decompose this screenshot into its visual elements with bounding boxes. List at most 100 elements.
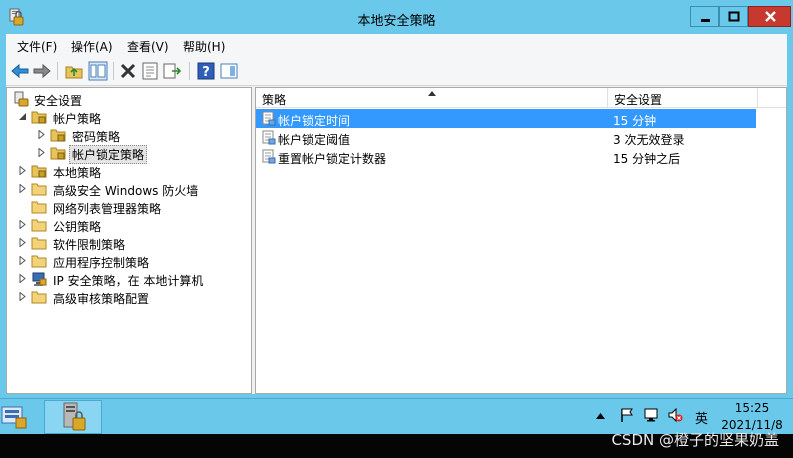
folder-icon (31, 219, 47, 232)
collapsed-arrow-icon[interactable] (37, 130, 46, 139)
tree-label: 应用程序控制策略 (53, 256, 150, 270)
policy-row[interactable]: 重置帐户锁定计数器 15 分钟之后 (256, 147, 756, 166)
policy-folder-lock-icon (31, 165, 47, 178)
collapsed-arrow-icon[interactable] (18, 292, 27, 301)
collapsed-arrow-icon[interactable] (18, 274, 27, 283)
collapsed-arrow-icon[interactable] (18, 256, 27, 265)
column-header-policy[interactable]: 策略 (256, 88, 608, 108)
policy-folder-lock-icon (50, 129, 66, 142)
folder-icon (31, 183, 47, 196)
tree-item-application-control[interactable]: 应用程序控制策略 (7, 252, 251, 270)
tree-label: 网络列表管理器策略 (53, 202, 162, 216)
policy-item-icon (262, 130, 276, 145)
up-folder-icon[interactable] (64, 61, 84, 81)
tree-item-network-list-manager[interactable]: 网络列表管理器策略 (7, 198, 251, 216)
close-icon (765, 11, 776, 22)
tree-label: 安全设置 (34, 94, 83, 108)
tree-label: 高级审核策略配置 (53, 292, 150, 306)
window-title: 本地安全策略 (357, 14, 436, 29)
console-tree[interactable]: 安全设置 帐户策略 密码策略 帐户锁定策略 本地策略 高级安全 Windows … (6, 87, 252, 394)
policy-list[interactable]: 策略 安全设置 帐户锁定时间 15 分钟 帐户锁定阈值 3 次无效登录 重置帐户… (255, 87, 787, 394)
toolbar-separator (189, 62, 190, 80)
tree-label: 帐户策略 (53, 112, 102, 126)
collapsed-arrow-icon[interactable] (18, 166, 27, 175)
policy-name: 重置帐户锁定计数器 (278, 152, 387, 166)
network-icon[interactable] (643, 407, 659, 423)
close-button[interactable] (748, 6, 791, 27)
folder-icon (31, 201, 47, 214)
tree-label: IP 安全策略，在 本地计算机 (53, 274, 204, 288)
collapsed-arrow-icon[interactable] (18, 184, 27, 193)
policy-name: 帐户锁定阈值 (278, 133, 351, 147)
properties-icon[interactable] (140, 61, 160, 81)
title-bar[interactable]: 本地安全策略 (0, 0, 793, 34)
menu-help[interactable]: 帮助(H) (183, 38, 225, 55)
toolbar: ? (6, 56, 787, 86)
minimize-button[interactable] (690, 6, 719, 27)
tree-item-local-policies[interactable]: 本地策略 (7, 162, 251, 180)
tree-label: 软件限制策略 (53, 238, 126, 252)
tree-item-firewall[interactable]: 高级安全 Windows 防火墙 (7, 180, 251, 198)
menu-view[interactable]: 查看(V) (127, 38, 169, 55)
tree-item-advanced-audit[interactable]: 高级审核策略配置 (7, 288, 251, 306)
policy-setting: 3 次无效登录 (613, 133, 685, 147)
back-icon[interactable] (10, 61, 30, 81)
tree-label: 高级安全 Windows 防火墙 (53, 184, 199, 198)
help-icon[interactable]: ? (196, 61, 216, 81)
tree-label: 密码策略 (72, 130, 121, 144)
folder-icon (31, 255, 47, 268)
security-settings-icon (14, 91, 29, 107)
volume-muted-icon[interactable] (667, 407, 683, 423)
maximize-icon (728, 11, 740, 22)
tree-item-ip-security[interactable]: IP 安全策略，在 本地计算机 (7, 270, 251, 288)
input-method-indicator[interactable]: 英 (695, 408, 708, 427)
policy-folder-lock-icon (31, 111, 47, 124)
maximize-button[interactable] (719, 6, 748, 27)
delete-icon[interactable] (118, 61, 138, 81)
watermark-text: CSDN @橙子的坚果奶盖 (611, 431, 779, 449)
toolbar-separator (57, 62, 58, 80)
ip-security-computer-icon (32, 272, 47, 286)
column-header-filler (758, 88, 786, 108)
tree-root[interactable]: 安全设置 (7, 90, 251, 108)
column-header-label: 安全设置 (614, 93, 663, 107)
clock-time[interactable]: 15:25 (732, 401, 772, 415)
policy-row-selected[interactable]: 帐户锁定时间 15 分钟 (256, 109, 756, 128)
show-action-pane-icon[interactable] (219, 61, 239, 81)
main-window: 本地安全策略 文件(F) 操作(A) 查看(V) 帮助(H) ? 安全设置 帐户… (0, 0, 793, 398)
policy-setting: 15 分钟之后 (613, 152, 681, 166)
policy-setting: 15 分钟 (613, 114, 657, 128)
tree-item-account-lockout-policy[interactable]: 帐户锁定策略 (7, 144, 251, 164)
policy-name: 帐户锁定时间 (278, 114, 351, 128)
column-header-security-setting[interactable]: 安全设置 (608, 88, 758, 108)
svg-text:?: ? (202, 65, 210, 80)
policy-item-icon (262, 111, 276, 126)
policy-row[interactable]: 帐户锁定阈值 3 次无效登录 (256, 128, 756, 147)
tree-item-account-policies[interactable]: 帐户策略 (7, 108, 251, 126)
tree-item-public-key-policies[interactable]: 公钥策略 (7, 216, 251, 234)
taskbar-server-manager-button[interactable] (0, 400, 36, 434)
expanded-arrow-icon[interactable] (18, 112, 27, 121)
collapsed-arrow-icon[interactable] (18, 220, 27, 229)
forward-icon[interactable] (32, 61, 52, 81)
show-hide-tree-icon[interactable] (88, 61, 108, 81)
sort-ascending-icon (428, 91, 436, 96)
column-header-label: 策略 (262, 93, 287, 107)
tree-item-password-policy[interactable]: 密码策略 (7, 126, 251, 144)
collapsed-arrow-icon[interactable] (37, 148, 46, 157)
taskbar-local-security-policy-button[interactable] (44, 400, 102, 434)
menu-bar: 文件(F) 操作(A) 查看(V) 帮助(H) (6, 34, 787, 56)
content-panes: 安全设置 帐户策略 密码策略 帐户锁定策略 本地策略 高级安全 Windows … (6, 87, 787, 394)
window-client-area: 文件(F) 操作(A) 查看(V) 帮助(H) ? 安全设置 帐户策略 密码策略… (6, 34, 787, 394)
tree-item-software-restriction[interactable]: 软件限制策略 (7, 234, 251, 252)
collapsed-arrow-icon[interactable] (18, 238, 27, 247)
export-list-icon[interactable] (162, 61, 182, 81)
action-center-flag-icon[interactable] (619, 407, 635, 423)
menu-action[interactable]: 操作(A) (71, 38, 113, 55)
folder-icon (31, 291, 47, 304)
server-manager-icon (1, 406, 27, 429)
show-hidden-icons-icon[interactable] (596, 413, 605, 419)
menu-file[interactable]: 文件(F) (17, 38, 57, 55)
tree-label: 公钥策略 (53, 220, 102, 234)
folder-icon (31, 237, 47, 250)
